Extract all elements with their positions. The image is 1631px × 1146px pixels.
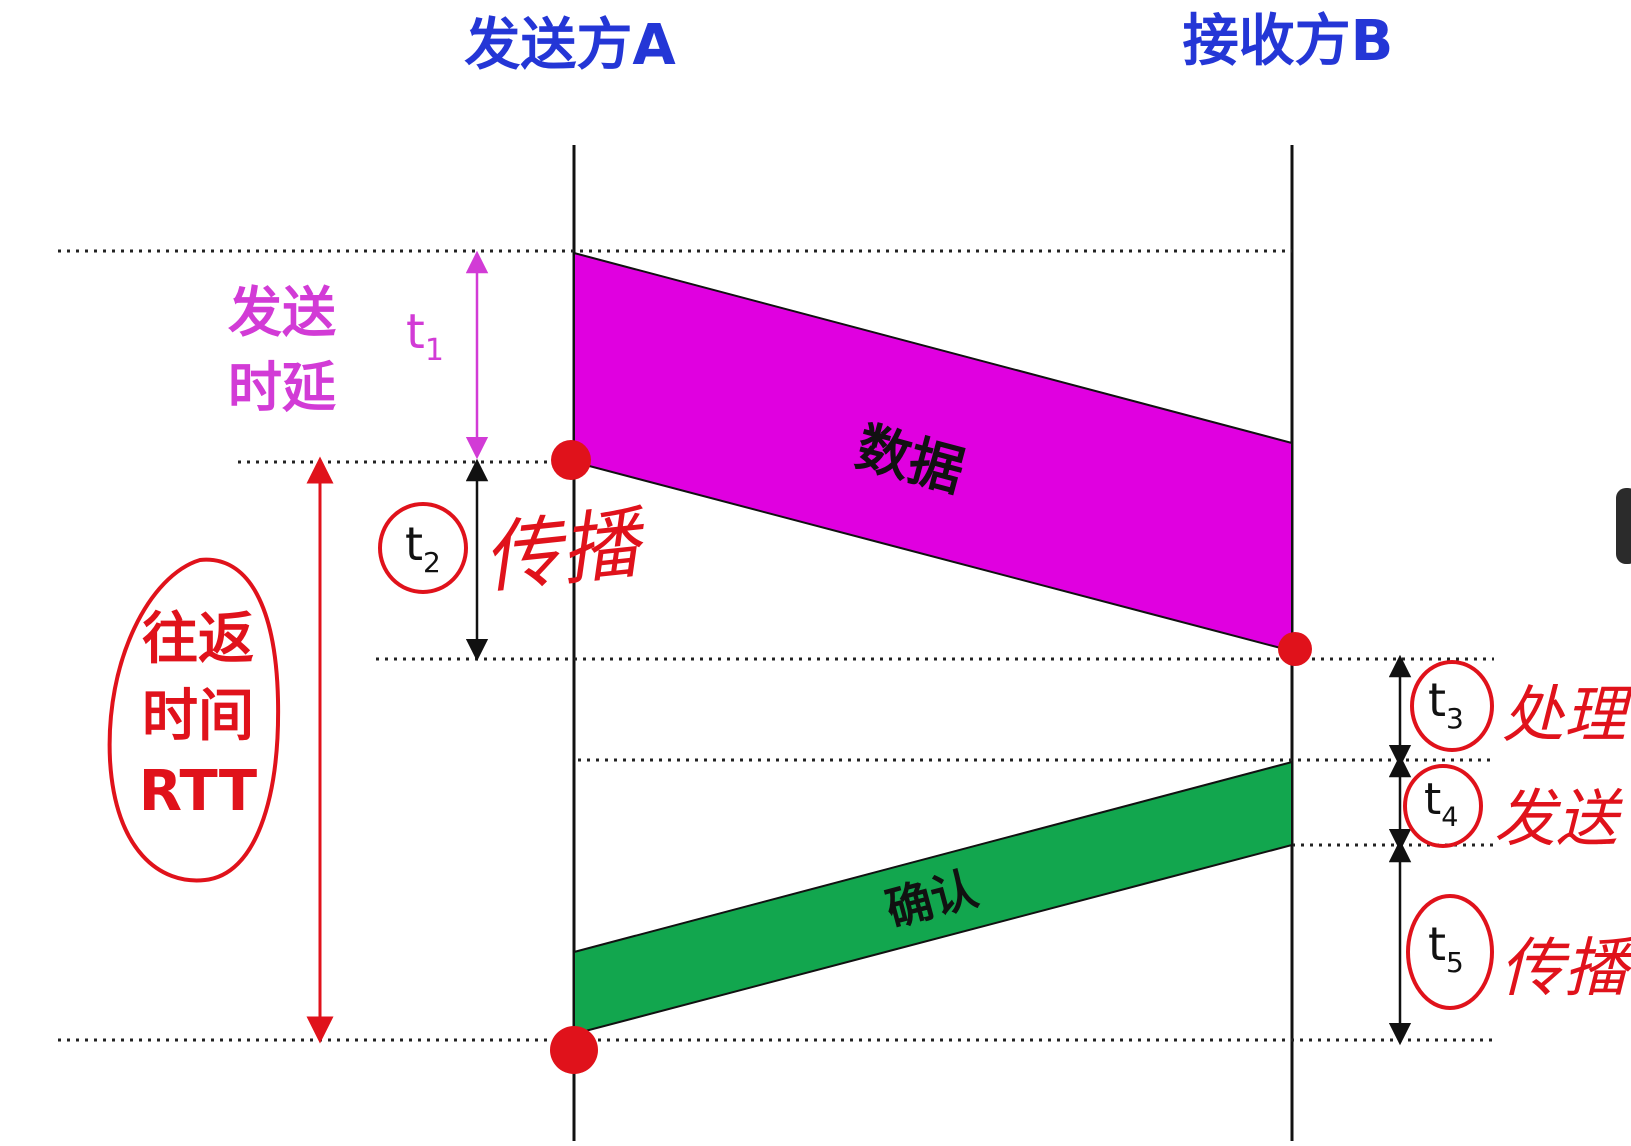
t2-subscript: 2	[423, 546, 441, 579]
transmission-delay-label-line1: 发送	[228, 281, 336, 344]
t5-subscript: 5	[1446, 946, 1464, 979]
t2-note: 传播	[479, 498, 652, 605]
t1-letter: t	[406, 304, 425, 360]
scroll-handle[interactable]	[1616, 488, 1631, 564]
diagram-canvas: 发送方A 接收方B 数据 确认 发送 时延 t1 t2 传播 往返 时间 RTT	[58, 9, 1631, 1141]
send-end-dot	[551, 440, 591, 480]
t4-subscript: 4	[1441, 802, 1458, 833]
rtt-diagram: 发送方A 接收方B 数据 确认 发送 时延 t1 t2 传播 往返 时间 RTT	[0, 0, 1631, 1141]
t3-subscript: 3	[1446, 702, 1464, 735]
rtt-label-line1: 往返	[142, 607, 254, 672]
t5-label: t5	[1428, 917, 1464, 979]
t3-letter: t	[1428, 673, 1446, 727]
t3-note: 处理	[1502, 678, 1631, 751]
t2-label: t2	[405, 517, 441, 579]
receiver-title: 接收方B	[1183, 9, 1394, 74]
transmission-delay-label-line2: 时延	[228, 356, 336, 419]
t1-subscript: 1	[425, 333, 444, 368]
t4-note: 发送	[1494, 782, 1623, 855]
t5-note: 传播	[1500, 932, 1631, 1006]
data-arrive-dot	[1278, 632, 1312, 666]
ack-arrive-dot	[550, 1026, 598, 1074]
rtt-label-line3: RTT	[139, 759, 257, 824]
t3-label: t3	[1428, 673, 1464, 735]
t4-label: t4	[1424, 774, 1458, 833]
sender-title: 发送方A	[464, 13, 676, 78]
t4-letter: t	[1424, 774, 1441, 825]
rtt-label-line2: 时间	[142, 684, 254, 749]
t5-letter: t	[1428, 917, 1446, 971]
t2-letter: t	[405, 517, 423, 571]
t1-label: t1	[406, 304, 444, 368]
